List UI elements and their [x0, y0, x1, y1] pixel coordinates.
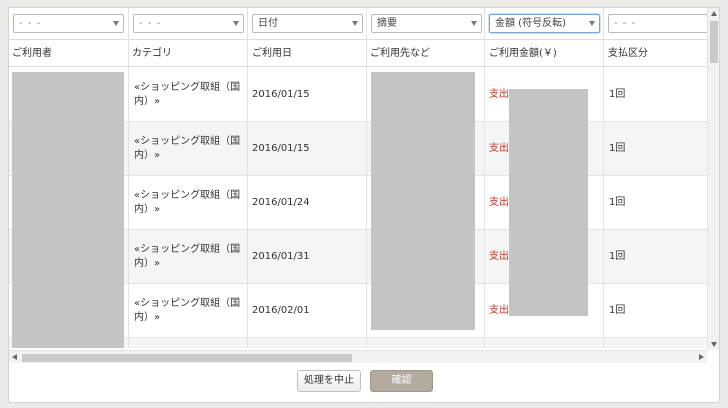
column-select-value: 日付: [258, 18, 278, 29]
confirm-button[interactable]: 確認: [370, 370, 433, 392]
category-cell: «ショッピング取組（国 内）»: [129, 176, 241, 230]
chevron-down-icon: [352, 21, 358, 26]
category-line: «ショッピング取組（国: [134, 136, 241, 147]
scroll-right-icon[interactable]: [699, 354, 704, 360]
chevron-down-icon: [233, 21, 239, 26]
chevron-down-icon: [113, 21, 119, 26]
column-select-3[interactable]: 日付: [252, 14, 363, 33]
dialog-footer: 処理を中止 確認: [9, 363, 719, 402]
category-line: 内）»: [134, 312, 161, 323]
date-cell: 2016/01/15: [252, 143, 310, 154]
category-line: 内）»: [134, 204, 161, 215]
category-line: «ショッピング取組（国: [134, 298, 241, 309]
scroll-down-icon[interactable]: [711, 342, 717, 347]
column-select-value: - - -: [139, 18, 162, 29]
column-select-1[interactable]: - - -: [13, 14, 124, 33]
category-line: «ショッピング取組（国: [134, 82, 241, 93]
amount-type-cell: 支出: [489, 143, 509, 154]
column-divider: [484, 8, 485, 348]
column-select-value: 金額 (符号反転): [495, 18, 566, 29]
scroll-up-icon[interactable]: [711, 11, 717, 16]
header-user: ご利用者: [12, 48, 52, 59]
category-cell: «ショッピング取組（国 内）»: [129, 284, 241, 338]
cancel-button[interactable]: 処理を中止: [297, 370, 361, 392]
category-text: «ショッピング取組（国 内）»: [134, 243, 240, 271]
column-select-value: 摘要: [377, 18, 397, 29]
category-line: «ショッピング取組（国: [134, 190, 241, 201]
column-select-2[interactable]: - - -: [133, 14, 244, 33]
amount-type-cell: 支出: [489, 89, 509, 100]
date-cell: 2016/01/15: [252, 89, 310, 100]
date-cell: 2016/02/01: [252, 305, 310, 316]
column-divider: [247, 8, 248, 348]
header-merchant: ご利用先など: [370, 48, 430, 59]
column-divider: [128, 8, 129, 348]
amount-type-cell: 支出: [489, 305, 509, 316]
header-amount: ご利用金額(￥): [489, 48, 557, 59]
import-dialog: - - - - - - 日付 摘要 金額 (符号反転) - - - ご利用者 カ…: [8, 7, 720, 403]
redaction-mask: [12, 72, 124, 348]
payment-cell: 1回: [609, 251, 626, 262]
horizontal-scroll-thumb[interactable]: [22, 354, 352, 362]
chevron-down-icon: [589, 21, 595, 26]
category-line: 内）»: [134, 96, 161, 107]
category-cell: «ショッピング取組（国 内）»: [129, 230, 241, 284]
date-cell: 2016/01/31: [252, 251, 310, 262]
column-select-value: - - -: [614, 18, 637, 29]
redaction-mask: [509, 89, 588, 316]
category-text: «ショッピング取組（国 内）»: [134, 81, 240, 109]
column-select-6[interactable]: - - -: [608, 14, 707, 33]
vertical-scrollbar[interactable]: [707, 8, 719, 350]
category-cell: «ショッピング取組（国 内）»: [129, 122, 241, 176]
data-grid: - - - - - - 日付 摘要 金額 (符号反転) - - - ご利用者 カ…: [9, 8, 707, 348]
amount-type-cell: 支出: [489, 251, 509, 262]
scroll-left-icon[interactable]: [12, 354, 17, 360]
category-line: «ショッピング取組（国: [134, 244, 241, 255]
column-divider: [366, 8, 367, 348]
header-date: ご利用日: [252, 48, 292, 59]
payment-cell: 1回: [609, 305, 626, 316]
category-text: «ショッピング取組（国 内）»: [134, 297, 240, 325]
category-text: «ショッピング取組（国 内）»: [134, 135, 240, 163]
category-line: 内）»: [134, 150, 161, 161]
column-select-5[interactable]: 金額 (符号反転): [489, 14, 600, 33]
header-payment-type: 支払区分: [608, 48, 648, 59]
header-category: カテゴリ: [132, 48, 172, 59]
column-select-value: - - -: [19, 18, 42, 29]
redaction-mask: [371, 72, 475, 330]
date-cell: 2016/01/24: [252, 197, 310, 208]
category-line: 内）»: [134, 258, 161, 269]
column-select-4[interactable]: 摘要: [371, 14, 482, 33]
payment-cell: 1回: [609, 89, 626, 100]
amount-type-cell: 支出: [489, 197, 509, 208]
payment-cell: 1回: [609, 143, 626, 154]
chevron-down-icon: [471, 21, 477, 26]
horizontal-scrollbar[interactable]: [9, 350, 707, 363]
payment-cell: 1回: [609, 197, 626, 208]
column-divider: [603, 8, 604, 348]
category-text: «ショッピング取組（国 内）»: [134, 189, 240, 217]
category-cell: «ショッピング取組（国 内）»: [129, 68, 241, 122]
vertical-scroll-thumb[interactable]: [710, 21, 718, 63]
